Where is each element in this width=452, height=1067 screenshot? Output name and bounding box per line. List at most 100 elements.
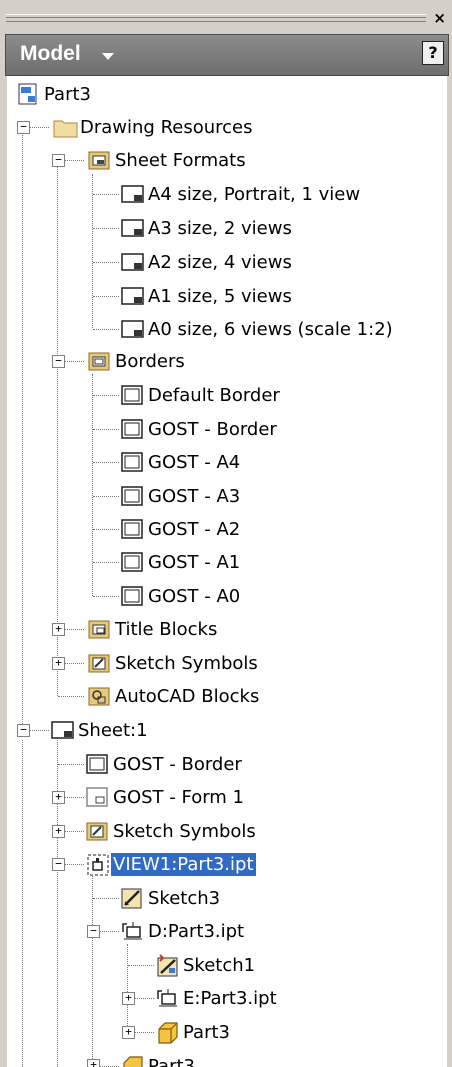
autocad-blocks-folder-icon [88,685,110,707]
tree-item-sheet-formats[interactable]: Sheet Formats [88,145,248,175]
tree-item-sketch-symbols[interactable]: Sketch Symbols [88,648,260,678]
help-button[interactable]: ? [422,41,444,65]
tree-item-border[interactable]: GOST - A3 [121,481,242,511]
tree-item-label: D:Part3.ipt [148,920,245,942]
collapse-icon[interactable]: − [52,858,65,871]
expand-icon[interactable]: + [52,657,65,670]
tree-line [93,194,119,195]
section-view-icon [156,987,178,1009]
border-icon [121,384,143,406]
tree-item-label: Part3 [148,1055,195,1067]
tree-item-border[interactable]: GOST - A4 [121,447,242,477]
border-icon [121,418,143,440]
panel-title[interactable]: Model [20,42,81,66]
tree-item-border[interactable]: GOST - A2 [121,514,242,544]
sketch-symbols-folder-icon [86,820,108,842]
tree-item-part3[interactable]: Part3 [156,1017,232,1047]
collapse-icon[interactable]: − [17,121,30,134]
chevron-down-icon[interactable] [102,53,114,60]
browser-header[interactable]: Model ? [5,34,449,76]
tree-item-d-part[interactable]: D:Part3.ipt [121,916,246,946]
tree-item-label: A0 size, 6 views (scale 1:2) [148,318,393,340]
sketch-icon [156,954,178,977]
tree-item-label: Part3 [183,1021,230,1043]
tree-item-label: Drawing Resources [80,116,253,138]
expand-icon[interactable]: + [52,825,65,838]
tree-item-format[interactable]: A3 size, 2 views [121,213,294,243]
tree-line [58,764,84,765]
sheet-icon [51,719,74,741]
tree-item-sheet-border[interactable]: GOST - Border [86,749,244,779]
expand-icon[interactable]: + [52,623,65,636]
model-tree[interactable]: Part3 − Drawing Resources − Sheet Format… [7,76,447,1067]
collapse-icon[interactable]: − [17,724,30,737]
tree-line [93,596,119,597]
tree-item-format[interactable]: A4 size, Portrait, 1 view [121,179,362,209]
collapse-icon[interactable]: − [87,925,100,938]
tree-item-e-part[interactable]: E:Part3.ipt [156,983,279,1013]
panel-grip-bar[interactable]: × [0,0,452,30]
tree-line [93,429,119,430]
grip-lines [6,14,426,22]
tree-item-label: GOST - Border [113,753,242,775]
tree-line [93,395,119,396]
drawing-doc-icon [17,83,39,105]
tree-item-borders[interactable]: Borders [88,346,187,376]
tree-line [92,876,93,1067]
tree-item-border[interactable]: GOST - A0 [121,581,242,611]
tree-line [128,965,154,966]
tree-item-sketch3[interactable]: Sketch3 [121,883,222,913]
collapse-icon[interactable]: − [52,355,65,368]
expand-icon[interactable]: + [122,1026,135,1039]
tree-item-label: Sketch1 [183,954,256,976]
tree-line [93,462,119,463]
tree-line [22,740,23,1067]
tree-item-label: A1 size, 5 views [148,285,292,307]
sheet-format-icon [121,318,144,340]
tree-item-label: VIEW1:Part3.ipt [111,852,256,876]
tree-item-label: Borders [115,350,185,372]
tree-item-format[interactable]: A2 size, 4 views [121,247,294,277]
tree-item-cutoff[interactable]: Part3 [121,1051,197,1067]
tree-item-autocad-blocks[interactable]: AutoCAD Blocks [88,681,261,711]
tree-item-view1[interactable]: VIEW1:Part3.ipt [86,849,256,879]
tree-line [57,738,58,1067]
sheet-format-icon [121,183,144,205]
tree-item-sheet-sketch-symbols[interactable]: Sketch Symbols [86,816,258,846]
tree-item-sheet-form[interactable]: GOST - Form 1 [86,782,246,812]
tree-item-sketch1[interactable]: Sketch1 [156,950,257,980]
tree-item-label: GOST - A1 [148,551,241,573]
tree-item-border[interactable]: GOST - Border [121,414,279,444]
collapse-icon[interactable]: − [52,154,65,167]
close-icon[interactable]: × [433,9,446,27]
folder-icon [53,116,78,138]
tree-item-format[interactable]: A0 size, 6 views (scale 1:2) [121,314,395,344]
tree-item-border[interactable]: Default Border [121,380,282,410]
border-icon [121,585,143,607]
tree-line [93,898,119,899]
tree-item-label: A3 size, 2 views [148,217,292,239]
tree-line [93,562,119,563]
grip-line-mid [6,17,426,18]
expand-icon[interactable]: + [122,992,135,1005]
tree-item-drawing-resources[interactable]: Drawing Resources [53,112,255,142]
tree-item-label: GOST - Border [148,418,277,440]
tree-line [58,696,84,697]
sheet-formats-folder-icon [88,149,110,171]
border-icon [121,485,143,507]
tree-item-root[interactable]: Part3 [17,79,93,109]
tree-item-border[interactable]: GOST - A1 [121,547,242,577]
tree-line [93,262,119,263]
sheet-format-icon [121,217,144,239]
tree-item-title-blocks[interactable]: Title Blocks [88,614,219,644]
tree-item-sheet[interactable]: Sheet:1 [51,715,150,745]
border-icon [121,551,143,573]
sketch-icon [121,887,143,909]
sketch-symbols-folder-icon [88,652,110,674]
border-icon [121,451,143,473]
tree-item-label: GOST - A3 [148,485,241,507]
tree-line [57,166,58,696]
expand-icon[interactable]: + [52,791,65,804]
tree-item-format[interactable]: A1 size, 5 views [121,281,294,311]
expand-icon[interactable]: + [87,1059,100,1067]
